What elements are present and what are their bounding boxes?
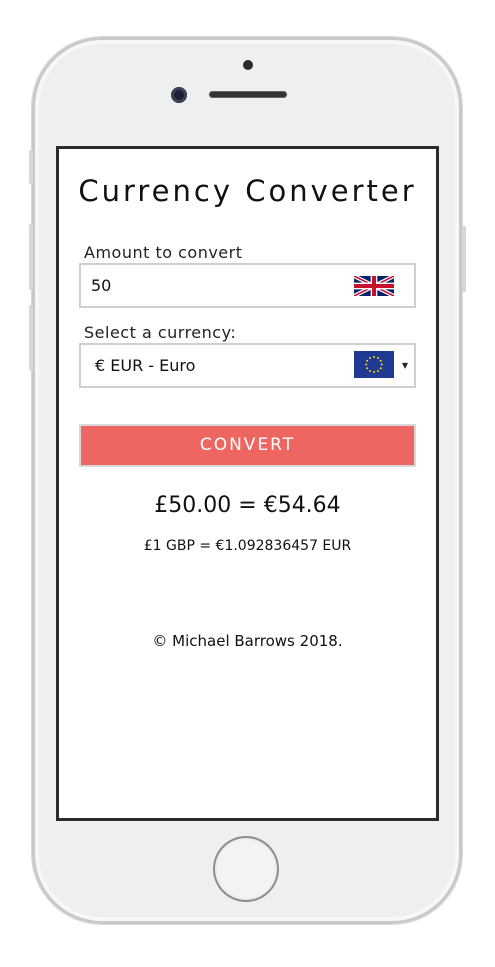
volume-down-button [29,305,33,371]
currency-selected-value: € EUR - Euro [95,356,196,375]
proximity-sensor [243,60,253,70]
front-camera-icon [171,87,187,103]
conversion-result: £50.00 = €54.64 [154,493,341,518]
phone-screen: Currency Converter Amount to convert 50 … [56,146,439,821]
amount-value: 50 [91,276,112,295]
exchange-rate: £1 GBP = €1.092836457 EUR [143,538,352,554]
currency-label: Select a currency: [84,323,237,342]
amount-label: Amount to convert [84,243,243,262]
currency-select[interactable]: € EUR - Euro ▾ [79,343,416,388]
mute-switch [29,150,33,184]
home-button[interactable] [213,836,279,902]
page-title: Currency Converter [78,174,417,208]
power-button [462,226,466,292]
convert-button[interactable]: CONVERT [79,424,416,467]
volume-up-button [29,224,33,290]
eu-flag-icon [354,351,394,378]
chevron-down-icon: ▾ [401,358,408,372]
footer-copyright: © Michael Barrows 2018. [152,632,343,650]
amount-input[interactable]: 50 [79,263,416,308]
uk-flag-icon [354,273,394,299]
earpiece-speaker [209,91,287,98]
